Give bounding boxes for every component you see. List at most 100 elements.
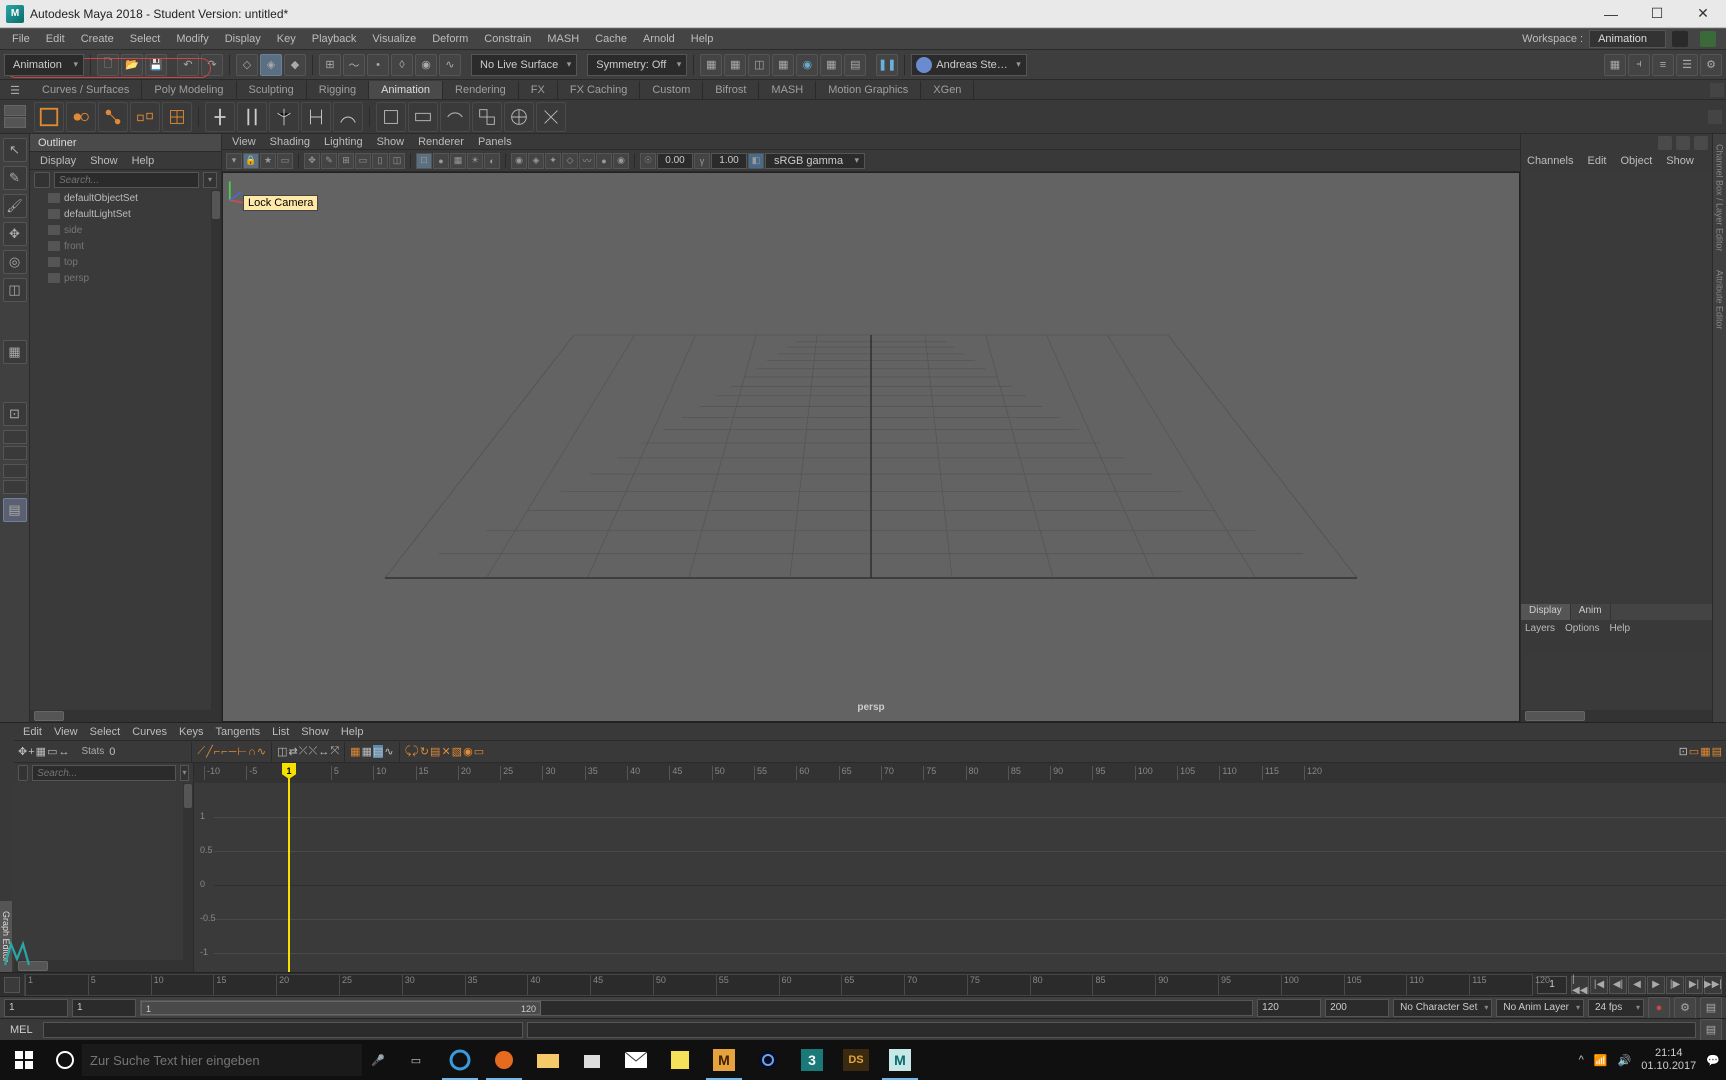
lock-workspace-icon[interactable] — [1672, 31, 1688, 47]
shelf-item-ik4[interactable] — [301, 102, 331, 132]
cb-icon-2[interactable] — [1676, 136, 1690, 150]
time-ruler[interactable]: 1510152025303540455055606570758085909510… — [24, 974, 1533, 996]
last-tool[interactable]: ▦ — [3, 340, 27, 364]
vp-textured-icon[interactable]: ▦ — [450, 153, 466, 169]
pause-viewport-icon[interactable]: ❚❚ — [876, 54, 898, 76]
light-editor-icon[interactable]: ▤ — [844, 54, 866, 76]
outliner-search-options-icon[interactable]: ▾ — [203, 172, 217, 188]
vp-grid-icon[interactable]: ⊞ — [338, 153, 354, 169]
vp-xray-icon[interactable]: ◈ — [528, 153, 544, 169]
panel-layout-1-icon[interactable]: ▦ — [1604, 54, 1626, 76]
menu-playback[interactable]: Playback — [304, 31, 365, 47]
ge-clip-icon[interactable]: ▭ — [474, 745, 484, 758]
ge-outliner-body[interactable] — [14, 783, 193, 960]
layer-menu-layers[interactable]: Layers — [1525, 623, 1555, 634]
viewport-menu-lighting[interactable]: Lighting — [318, 136, 369, 148]
outliner-search-input[interactable] — [54, 172, 199, 188]
shelf-item-ghost[interactable] — [66, 102, 96, 132]
outliner-menu-help[interactable]: Help — [126, 154, 161, 168]
move-tool[interactable]: ✥ — [3, 222, 27, 246]
anim-layers-tab[interactable]: Anim — [1571, 604, 1611, 620]
cb-icon-3[interactable] — [1694, 136, 1708, 150]
task-view-icon[interactable]: ▭ — [394, 1040, 438, 1080]
graph-chart[interactable]: -10-515101520253035404550556065707580859… — [194, 763, 1726, 972]
outliner-item-defaultObjectSet[interactable]: defaultObjectSet — [30, 190, 221, 206]
new-scene-icon[interactable]: 🗋 — [97, 54, 119, 76]
lasso-tool[interactable]: ✎ — [3, 166, 27, 190]
window-minimize[interactable]: — — [1588, 0, 1634, 28]
viewport-menu-view[interactable]: View — [226, 136, 262, 148]
side-tab-attribute-editor[interactable]: Attribute Editor — [1715, 264, 1725, 336]
taskbar-maya-icon[interactable]: M — [878, 1040, 922, 1080]
menu-visualize[interactable]: Visualize — [364, 31, 424, 47]
ge-denormalize-icon[interactable]: ▦ — [362, 745, 372, 758]
ge-tan-spline-icon[interactable]: ⟋ — [197, 745, 205, 758]
menuset-selector[interactable]: Animation — [4, 54, 84, 76]
live-surface-selector[interactable]: No Live Surface — [471, 54, 577, 76]
menu-modify[interactable]: Modify — [168, 31, 216, 47]
paint-tool[interactable]: 🖌 — [3, 194, 27, 218]
ge-move-key-icon[interactable]: ✥ — [18, 745, 27, 758]
viewport-menu-renderer[interactable]: Renderer — [412, 136, 470, 148]
vp-ao-icon[interactable]: ● — [596, 153, 612, 169]
taskbar-app-circle-icon[interactable] — [746, 1040, 790, 1080]
snap-live-icon[interactable]: ◉ — [415, 54, 437, 76]
render-settings-icon[interactable]: ▦ — [772, 54, 794, 76]
shelf-tab-animation[interactable]: Animation — [369, 81, 443, 99]
tray-network-icon[interactable]: 📶 — [1594, 1054, 1608, 1067]
ge-tan-fixed-icon[interactable]: ⊢ — [237, 745, 247, 758]
cb-menu-channels[interactable]: Channels — [1527, 155, 1573, 167]
window-maximize[interactable]: ☐ — [1634, 0, 1680, 28]
frame-all-icon[interactable]: ⊡ — [3, 402, 27, 426]
ge-menu-view[interactable]: View — [49, 725, 83, 739]
step-forward-frame-icon[interactable]: |▶ — [1666, 976, 1684, 994]
render-view-icon[interactable]: ▦ — [820, 54, 842, 76]
taskbar-app-m-icon[interactable]: M — [702, 1040, 746, 1080]
symmetry-selector[interactable]: Symmetry: Off — [587, 54, 687, 76]
range-inner-start-input[interactable]: 1 — [72, 999, 136, 1017]
range-thumb[interactable]: 1 120 — [141, 1001, 541, 1015]
vp-wireframe-icon[interactable]: ⊡ — [416, 153, 432, 169]
range-inner-end-input[interactable]: 120 — [1257, 999, 1321, 1017]
menu-constrain[interactable]: Constrain — [476, 31, 539, 47]
lock-ui-icon[interactable] — [1700, 31, 1716, 47]
scale-tool[interactable]: ◫ — [3, 278, 27, 302]
taskbar-edge-icon[interactable] — [438, 1040, 482, 1080]
ge-menu-keys[interactable]: Keys — [174, 725, 208, 739]
ge-outliner-vscroll[interactable] — [183, 783, 193, 960]
menu-key[interactable]: Key — [269, 31, 304, 47]
menu-file[interactable]: File — [4, 31, 38, 47]
go-to-start-icon[interactable]: |◀◀ — [1571, 976, 1589, 994]
vp-colorspace-selector[interactable]: sRGB gamma — [765, 153, 865, 169]
vp-aa-icon[interactable]: ◇ — [562, 153, 578, 169]
outliner-menu-show[interactable]: Show — [84, 154, 124, 168]
ge-curve-icon[interactable]: ∿ — [384, 745, 393, 758]
start-button[interactable] — [0, 1040, 48, 1080]
viewport-menu-panels[interactable]: Panels — [472, 136, 518, 148]
panel-layout-4-icon[interactable]: ☰ — [1676, 54, 1698, 76]
ge-search-input[interactable] — [32, 765, 176, 781]
shelf-tab-bifrost[interactable]: Bifrost — [703, 81, 759, 99]
cb-menu-edit[interactable]: Edit — [1587, 155, 1606, 167]
shelf-scroll-up-icon[interactable] — [1710, 83, 1724, 97]
panel-layout-3-icon[interactable]: ≡ — [1652, 54, 1674, 76]
shelf-item-lattice[interactable] — [162, 102, 192, 132]
menu-select[interactable]: Select — [122, 31, 169, 47]
ge-post-inf-icon[interactable]: ⤸ — [412, 745, 419, 758]
tray-clock[interactable]: 21:14 01.10.2017 — [1641, 1047, 1696, 1073]
shelf-menu-icon[interactable]: ☰ — [4, 81, 26, 99]
shelf-item-ik5[interactable] — [333, 102, 363, 132]
rotate-tool[interactable]: ◎ — [3, 250, 27, 274]
ge-menu-list[interactable]: List — [267, 725, 294, 739]
viewport-menu-show[interactable]: Show — [371, 136, 411, 148]
ge-frame-playback-icon[interactable]: ▭ — [1689, 745, 1699, 758]
shelf-tab-sculpting[interactable]: Sculpting — [237, 81, 307, 99]
ge-tan-clamped-icon[interactable]: ⌐ — [214, 746, 220, 758]
tray-chevron-icon[interactable]: ^ — [1579, 1054, 1584, 1066]
ge-search-options-icon[interactable]: ▾ — [180, 765, 189, 781]
outliner-item-top[interactable]: top — [30, 254, 221, 270]
vp-color-mgmt-icon[interactable]: ◧ — [748, 153, 764, 169]
ge-break-icon[interactable]: ⤫ — [299, 745, 308, 758]
outliner-menu-display[interactable]: Display — [34, 154, 82, 168]
vp-shadows-icon[interactable]: ◐ — [484, 153, 500, 169]
